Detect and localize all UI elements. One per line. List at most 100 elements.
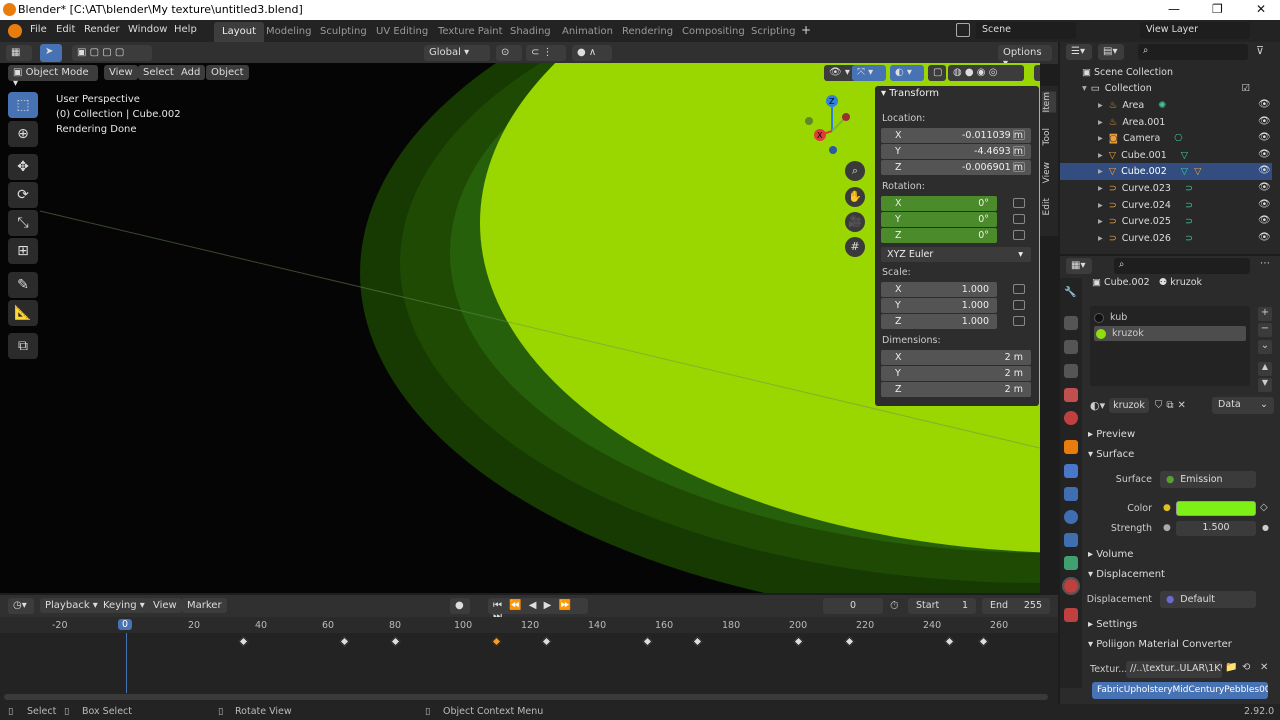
outliner-item-area[interactable]: ▸ ♨ Area ✺ bbox=[1060, 97, 1272, 114]
location-x-field[interactable]: X -0.011039 m bbox=[881, 128, 1031, 143]
close-icon[interactable]: ✕ bbox=[1260, 662, 1268, 673]
outliner-item-curve-026[interactable]: ▸ ⊃ Curve.026 ⊃ bbox=[1060, 230, 1272, 247]
close-button[interactable]: ✕ bbox=[1256, 2, 1266, 16]
location-y-field[interactable]: Y -4.4693 m bbox=[881, 144, 1031, 159]
volume-section[interactable]: ▸ Volume bbox=[1088, 549, 1133, 560]
poliigon-section[interactable]: ▾ Poliigon Material Converter bbox=[1088, 639, 1232, 650]
navigation-gizmo[interactable]: Z Y X bbox=[800, 91, 870, 161]
dimensions-y-field[interactable]: Y 2 m bbox=[881, 366, 1031, 381]
annotate-tool-icon[interactable]: ✎ bbox=[8, 272, 38, 298]
menu-file[interactable]: File bbox=[30, 24, 47, 35]
socket-dot-icon[interactable]: ● bbox=[1163, 503, 1171, 513]
pin-icon[interactable]: ⋯ bbox=[1260, 258, 1270, 269]
texture-tab-icon[interactable] bbox=[1064, 608, 1078, 622]
display-mode-icon[interactable]: ▤▾ bbox=[1098, 44, 1124, 60]
scene-collection-root[interactable]: ▣ Scene Collection bbox=[1082, 67, 1173, 78]
tab-item[interactable]: Item bbox=[1042, 92, 1056, 113]
end-frame-field[interactable]: End 255 bbox=[982, 598, 1050, 614]
start-frame-field[interactable]: Start 1 bbox=[908, 598, 976, 614]
maximize-button[interactable]: ❐ bbox=[1212, 2, 1223, 16]
current-frame-field[interactable]: 0 bbox=[823, 598, 883, 614]
output-tab-icon[interactable] bbox=[1064, 340, 1078, 354]
material-name-field[interactable]: kruzok bbox=[1109, 398, 1149, 413]
socket-dot-icon[interactable]: ● bbox=[1163, 523, 1171, 533]
tab-compositing[interactable]: Compositing bbox=[674, 22, 753, 42]
tab-edit[interactable]: Edit bbox=[1042, 198, 1056, 215]
menu-window[interactable]: Window bbox=[128, 24, 167, 35]
strength-field[interactable]: 1.500 bbox=[1176, 521, 1256, 536]
snap-icon[interactable]: ⊂ ⋮ bbox=[526, 45, 566, 61]
animate-dot-icon[interactable]: ● bbox=[1262, 523, 1269, 532]
shield-icon[interactable]: ⛉ bbox=[1155, 400, 1163, 411]
playhead-frame[interactable]: 0 bbox=[118, 619, 133, 630]
tab-uv-editing[interactable]: UV Editing bbox=[368, 22, 436, 42]
particles-tab-icon[interactable] bbox=[1064, 487, 1078, 501]
perspective-grid-icon[interactable]: # bbox=[845, 237, 865, 257]
select-tool-icon[interactable]: ➤ bbox=[40, 44, 62, 62]
folder-icon[interactable]: 📁 bbox=[1225, 662, 1237, 673]
menu-add[interactable]: Add bbox=[176, 65, 206, 80]
checkbox-icon[interactable]: ☑ bbox=[1241, 83, 1250, 94]
color-swatch[interactable] bbox=[1176, 501, 1256, 516]
blender-menu-icon[interactable] bbox=[8, 24, 22, 38]
lock-icon[interactable] bbox=[1013, 316, 1025, 326]
editor-type-button[interactable]: ▦ bbox=[6, 45, 32, 61]
outliner-item-cube-001[interactable]: ▸ ▽ Cube.001 ▽ bbox=[1060, 147, 1272, 164]
rotation-z-field[interactable]: Z 0° bbox=[881, 228, 997, 243]
scene-field[interactable]: Scene bbox=[976, 22, 1076, 39]
tab-view[interactable]: View bbox=[1042, 162, 1056, 183]
view-layer-field[interactable]: View Layer bbox=[1140, 22, 1250, 39]
tab-modeling[interactable]: Modeling bbox=[258, 22, 320, 42]
constraints-tab-icon[interactable] bbox=[1064, 533, 1078, 547]
displacement-section[interactable]: ▾ Displacement bbox=[1088, 569, 1165, 580]
render-tab-icon[interactable] bbox=[1064, 316, 1078, 330]
xray-icon[interactable]: ▢ bbox=[928, 65, 946, 81]
tab-animation[interactable]: Animation bbox=[554, 22, 621, 42]
add-cube-tool-icon[interactable]: ⧉ bbox=[8, 333, 38, 359]
texture-path-field[interactable]: //..\textur..ULAR\1K\ bbox=[1126, 661, 1222, 678]
settings-section[interactable]: ▸ Settings bbox=[1088, 619, 1137, 630]
transform-tool-icon[interactable]: ⊞ bbox=[8, 238, 38, 264]
lock-icon[interactable] bbox=[1013, 130, 1025, 140]
close-icon[interactable]: ✕ bbox=[1178, 400, 1186, 411]
timeline-ruler[interactable]: -20 0 20 40 60 80 100 120 140 160 180 20… bbox=[0, 617, 1058, 633]
object-tab-icon[interactable] bbox=[1064, 440, 1078, 454]
surface-section[interactable]: ▾ Surface bbox=[1088, 449, 1134, 460]
add-workspace-button[interactable]: + bbox=[801, 23, 811, 37]
duplicate-icon[interactable]: ⧉ bbox=[1166, 400, 1173, 411]
lock-icon[interactable] bbox=[1013, 284, 1025, 294]
timeline-scrollbar[interactable] bbox=[4, 694, 1048, 700]
scale-tool-icon[interactable]: ⤡ bbox=[8, 210, 38, 236]
rotation-mode-dropdown[interactable]: XYZ Euler ▾ bbox=[881, 247, 1031, 262]
material-browse-icon[interactable]: ◐▾ bbox=[1090, 399, 1105, 412]
menu-edit[interactable]: Edit bbox=[56, 24, 75, 35]
modifier-tab-icon[interactable] bbox=[1064, 464, 1078, 478]
outliner-item-area-001[interactable]: ▸ ♨ Area.001 bbox=[1060, 114, 1272, 131]
outliner-item-collection[interactable]: ▾ ▭ Collection ☑ bbox=[1060, 80, 1272, 97]
tab-layout[interactable]: Layout bbox=[214, 22, 264, 42]
move-tool-icon[interactable]: ✥ bbox=[8, 154, 38, 180]
physics-tab-icon[interactable] bbox=[1064, 510, 1078, 524]
dimensions-x-field[interactable]: X 2 m bbox=[881, 350, 1031, 365]
camera-view-icon[interactable]: 🎥 bbox=[845, 212, 865, 232]
outliner-search-input[interactable]: ⌕ bbox=[1138, 44, 1248, 60]
zoom-icon[interactable]: ⌕ bbox=[845, 161, 865, 181]
rotation-x-field[interactable]: X 0° bbox=[881, 196, 997, 211]
material-datablock[interactable]: ◐▾ kruzok ⛉ ⧉ ✕ bbox=[1090, 397, 1186, 414]
menu-marker[interactable]: Marker bbox=[182, 598, 227, 613]
menu-view[interactable]: View bbox=[104, 65, 138, 80]
clock-icon[interactable]: ◷▾ bbox=[8, 598, 34, 614]
scale-z-field[interactable]: Z 1.000 bbox=[881, 314, 997, 329]
lock-icon[interactable] bbox=[1013, 214, 1025, 224]
shading-mode-buttons[interactable]: ◍ ● ◉ ◎ bbox=[948, 65, 1024, 81]
outliner-item-cube-002[interactable]: ▸ ▽ Cube.002 ▽ ▽ bbox=[1060, 163, 1272, 180]
rotation-y-field[interactable]: Y 0° bbox=[881, 212, 997, 227]
tab-scripting[interactable]: Scripting bbox=[743, 22, 803, 42]
transform-header[interactable]: ▾ Transform bbox=[881, 88, 939, 99]
properties-search-input[interactable]: ⌕ bbox=[1114, 258, 1250, 274]
texture-set-button[interactable]: FabricUpholsteryMidCenturyPebbles00 bbox=[1092, 682, 1268, 699]
menu-object[interactable]: Object bbox=[206, 65, 249, 80]
tab-texture-paint[interactable]: Texture Paint bbox=[430, 22, 511, 42]
lock-icon[interactable] bbox=[1013, 162, 1025, 172]
scale-y-field[interactable]: Y 1.000 bbox=[881, 298, 997, 313]
